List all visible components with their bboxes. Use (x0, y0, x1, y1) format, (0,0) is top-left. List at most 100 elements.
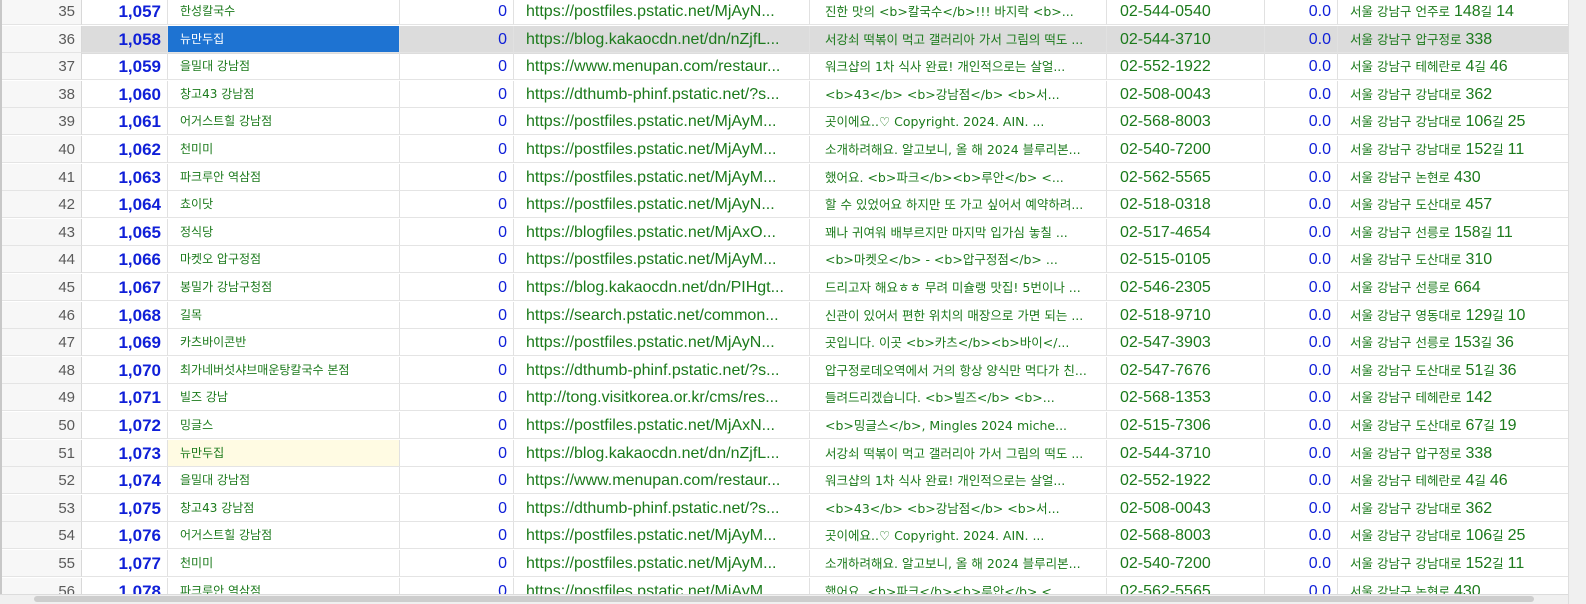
row-number-cell[interactable]: 51 (2, 439, 82, 467)
image-url-cell[interactable]: https://blog.kakaocdn.net/dn/PIHgt... (514, 274, 810, 301)
table-row[interactable]: 48 1,070 최가네버섯샤브매운탕칼국수 본점 0 https://dthumb-p… (2, 356, 1568, 385)
image-url-cell[interactable]: https://blog.kakaocdn.net/dn/nZjfL... (514, 439, 810, 467)
table-row[interactable]: 38 1,060 창고43 강남점 0 https://dthumb-phinf.pst… (2, 80, 1568, 109)
name-cell[interactable]: 파크루안 역삼점 (168, 577, 400, 594)
row-number-cell[interactable]: 43 (2, 218, 82, 246)
phone-cell[interactable]: 02-562-5565 (1107, 163, 1265, 191)
name-cell[interactable]: 뉴만두집 (168, 25, 400, 53)
id-cell[interactable]: 1,070 (82, 356, 168, 384)
table-row[interactable]: 44 1,066 마켓오 압구정점 0 https://postfiles.pstati… (2, 246, 1568, 274)
table-row[interactable]: 36 1,058 뉴만두집 0 https://blog.kakaocdn.net/dn… (2, 25, 1568, 54)
table-row[interactable]: 51 1,073 뉴만두집 0 https://blog.kakaocdn.net/dn… (2, 439, 1568, 468)
phone-cell[interactable]: 02-515-0105 (1107, 246, 1265, 274)
count-cell[interactable]: 0 (400, 439, 514, 467)
phone-cell[interactable]: 02-552-1922 (1107, 467, 1265, 495)
table-row[interactable]: 46 1,068 길목 0 https://search.pstatic.net/com… (2, 301, 1568, 330)
score-cell[interactable]: 0.0 (1265, 356, 1338, 384)
table-row[interactable]: 54 1,076 어거스트힐 강남점 0 https://postfiles.pstat… (2, 522, 1568, 550)
image-url-cell[interactable]: https://postfiles.pstatic.net/MjAyM... (514, 577, 810, 594)
description-cell[interactable]: 서강쇠 떡볶이 먹고 갤러리아 가서 그림의 떡도 ... (810, 25, 1107, 53)
image-url-cell[interactable]: https://postfiles.pstatic.net/MjAyM... (514, 108, 810, 136)
name-cell[interactable]: 파크루안 역삼점 (168, 163, 400, 191)
address-cell[interactable]: 서울 강남구 테헤란로 4길 46 (1338, 53, 1568, 81)
description-cell[interactable]: <b>43</b> <b>강남점</b> <b>서... (810, 494, 1107, 522)
row-number-cell[interactable]: 44 (2, 246, 82, 274)
score-cell[interactable]: 0.0 (1265, 53, 1338, 81)
image-url-cell[interactable]: https://postfiles.pstatic.net/MjAyM... (514, 550, 810, 577)
row-number-cell[interactable]: 35 (2, 0, 82, 25)
count-cell[interactable]: 0 (400, 0, 514, 25)
name-cell[interactable]: 뉴만두집 (168, 439, 400, 467)
row-number-cell[interactable]: 54 (2, 522, 82, 550)
description-cell[interactable]: 압구정로데오역에서 거의 항상 양식만 먹다가 친... (810, 356, 1107, 384)
horizontal-scrollbar[interactable] (0, 594, 1568, 604)
description-cell[interactable]: 곳이에요..♡ Copyright. 2024. AIN. ... (810, 522, 1107, 550)
count-cell[interactable]: 0 (400, 25, 514, 53)
address-cell[interactable]: 서울 강남구 선릉로 664 (1338, 274, 1568, 301)
row-number-cell[interactable]: 46 (2, 301, 82, 329)
table-row[interactable]: 53 1,075 창고43 강남점 0 https://dthumb-phinf.pst… (2, 494, 1568, 523)
description-cell[interactable]: <b>43</b> <b>강남점</b> <b>서... (810, 80, 1107, 108)
address-cell[interactable]: 서울 강남구 선릉로 158길 11 (1338, 219, 1568, 246)
count-cell[interactable]: 0 (400, 329, 514, 357)
score-cell[interactable]: 0.0 (1265, 301, 1338, 329)
address-cell[interactable]: 서울 강남구 테헤란로 4길 46 (1338, 467, 1568, 495)
table-row[interactable]: 40 1,062 천미미 0 https://postfiles.pstatic.net… (2, 136, 1568, 164)
id-cell[interactable]: 1,078 (82, 577, 168, 594)
table-row[interactable]: 52 1,074 을밀대 강남점 0 https://www.menupan.com/r… (2, 467, 1568, 495)
score-cell[interactable]: 0.0 (1265, 577, 1338, 594)
description-cell[interactable]: 소개하려해요. 알고보니, 올 해 2024 블루리본... (810, 136, 1107, 163)
name-cell[interactable]: 천미미 (168, 136, 400, 163)
id-cell[interactable]: 1,058 (82, 25, 168, 53)
image-url-cell[interactable]: https://postfiles.pstatic.net/MjAyM... (514, 136, 810, 163)
table-row[interactable]: 39 1,061 어거스트힐 강남점 0 https://postfiles.pstat… (2, 108, 1568, 136)
score-cell[interactable]: 0.0 (1265, 467, 1338, 495)
id-cell[interactable]: 1,072 (82, 412, 168, 439)
phone-cell[interactable]: 02-518-9710 (1107, 301, 1265, 329)
phone-cell[interactable]: 02-552-1922 (1107, 53, 1265, 81)
table-row[interactable]: 42 1,064 쵸이닷 0 https://postfiles.pstatic.net… (2, 191, 1568, 219)
description-cell[interactable]: 곳이에요..♡ Copyright. 2024. AIN. ... (810, 108, 1107, 136)
row-number-cell[interactable]: 56 (2, 577, 82, 594)
image-url-cell[interactable]: https://postfiles.pstatic.net/MjAyN... (514, 0, 810, 25)
row-number-cell[interactable]: 37 (2, 53, 82, 81)
id-cell[interactable]: 1,077 (82, 550, 168, 577)
description-cell[interactable]: 드리고자 해요ㅎㅎ 무려 미슐랭 맛집! 5번이나 ... (810, 274, 1107, 301)
row-number-cell[interactable]: 42 (2, 191, 82, 219)
address-cell[interactable]: 서울 강남구 강남대로 362 (1338, 81, 1568, 108)
phone-cell[interactable]: 02-544-3710 (1107, 25, 1265, 53)
score-cell[interactable]: 0.0 (1265, 384, 1338, 412)
count-cell[interactable]: 0 (400, 577, 514, 594)
count-cell[interactable]: 0 (400, 191, 514, 219)
address-cell[interactable]: 서울 강남구 강남대로 362 (1338, 495, 1568, 522)
table-row[interactable]: 43 1,065 정식당 0 https://blogfiles.pstatic.net… (2, 218, 1568, 247)
score-cell[interactable]: 0.0 (1265, 274, 1338, 301)
image-url-cell[interactable]: https://postfiles.pstatic.net/MjAyM... (514, 163, 810, 191)
count-cell[interactable]: 0 (400, 412, 514, 439)
address-cell[interactable]: 서울 강남구 강남대로 152길 11 (1338, 136, 1568, 163)
count-cell[interactable]: 0 (400, 301, 514, 329)
score-cell[interactable]: 0.0 (1265, 191, 1338, 219)
image-url-cell[interactable]: https://postfiles.pstatic.net/MjAyN... (514, 329, 810, 357)
row-number-cell[interactable]: 40 (2, 136, 82, 163)
id-cell[interactable]: 1,064 (82, 191, 168, 219)
description-cell[interactable]: <b>밍글스</b>, Mingles 2024 miche... (810, 412, 1107, 439)
id-cell[interactable]: 1,075 (82, 494, 168, 522)
phone-cell[interactable]: 02-544-3710 (1107, 439, 1265, 467)
row-number-cell[interactable]: 48 (2, 356, 82, 384)
score-cell[interactable]: 0.0 (1265, 0, 1338, 25)
score-cell[interactable]: 0.0 (1265, 494, 1338, 522)
phone-cell[interactable]: 02-544-0540 (1107, 0, 1265, 25)
address-cell[interactable]: 서울 강남구 선릉로 153길 36 (1338, 329, 1568, 357)
table-row[interactable]: 41 1,063 파크루안 역삼점 0 https://postfiles.pstati… (2, 163, 1568, 192)
description-cell[interactable]: 할 수 있었어요 하지만 또 가고 싶어서 예약하려... (810, 191, 1107, 219)
id-cell[interactable]: 1,059 (82, 53, 168, 81)
row-number-cell[interactable]: 41 (2, 163, 82, 191)
phone-cell[interactable]: 02-568-8003 (1107, 522, 1265, 550)
description-cell[interactable]: 곳입니다. 이곳 <b>카츠</b><b>바이</... (810, 329, 1107, 357)
id-cell[interactable]: 1,060 (82, 80, 168, 108)
row-number-cell[interactable]: 55 (2, 550, 82, 577)
name-cell[interactable]: 천미미 (168, 550, 400, 577)
row-number-cell[interactable]: 53 (2, 494, 82, 522)
address-cell[interactable]: 서울 강남구 언주로 148길 14 (1338, 0, 1568, 25)
